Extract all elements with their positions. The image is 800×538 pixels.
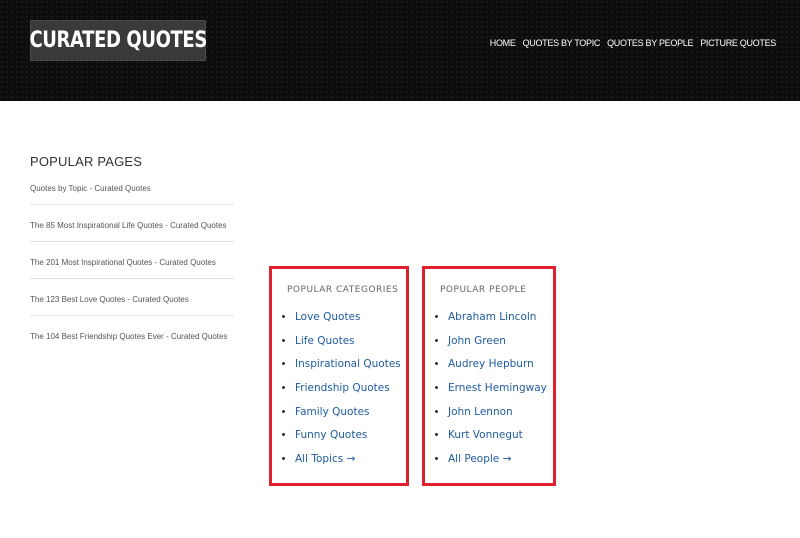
category-link-funny[interactable]: Funny Quotes: [295, 429, 367, 441]
person-link-audrey-hepburn[interactable]: Audrey Hepburn: [448, 358, 534, 370]
popular-page-link[interactable]: Quotes by Topic - Curated Quotes: [30, 182, 234, 193]
site-logo[interactable]: CURATED QUOTES: [29, 20, 207, 61]
categories-list: Love Quotes Life Quotes Inspirational Qu…: [272, 310, 406, 476]
nav-home[interactable]: HOME: [490, 38, 516, 48]
people-list: Abraham Lincoln John Green Audrey Hepbur…: [425, 310, 553, 476]
popular-page-link[interactable]: The 104 Best Friendship Quotes Ever - Cu…: [30, 316, 234, 341]
person-link-kurt-vonnegut[interactable]: Kurt Vonnegut: [448, 429, 523, 441]
person-link-john-lennon[interactable]: John Lennon: [448, 406, 513, 418]
list-item: The 123 Best Love Quotes - Curated Quote…: [30, 279, 234, 316]
popular-categories-title: POPULAR CATEGORIES: [287, 285, 399, 295]
person-link-abraham-lincoln[interactable]: Abraham Lincoln: [448, 311, 536, 323]
list-item: Friendship Quotes: [295, 381, 406, 405]
nav-picture-quotes[interactable]: PICTURE QUOTES: [700, 38, 776, 48]
logo-text: CURATED QUOTES: [29, 28, 207, 53]
all-people-link[interactable]: All People →: [448, 453, 511, 465]
popular-page-link[interactable]: The 123 Best Love Quotes - Curated Quote…: [30, 279, 234, 304]
list-item: Audrey Hepburn: [448, 357, 553, 381]
category-link-inspirational[interactable]: Inspirational Quotes: [295, 358, 401, 370]
list-item: All Topics →: [295, 452, 406, 476]
popular-pages-sidebar: POPULAR PAGES Quotes by Topic - Curated …: [30, 154, 234, 353]
popular-people-box: POPULAR PEOPLE Abraham Lincoln John Gree…: [422, 266, 556, 486]
list-item: The 104 Best Friendship Quotes Ever - Cu…: [30, 316, 234, 353]
list-item: Love Quotes: [295, 310, 406, 334]
list-item: Kurt Vonnegut: [448, 428, 553, 452]
list-item: Funny Quotes: [295, 428, 406, 452]
category-link-love[interactable]: Love Quotes: [295, 311, 361, 323]
popular-pages-list: Quotes by Topic - Curated Quotes The 85 …: [30, 182, 234, 353]
all-topics-link[interactable]: All Topics →: [295, 453, 355, 465]
popular-categories-box: POPULAR CATEGORIES Love Quotes Life Quot…: [269, 266, 409, 486]
list-item: Inspirational Quotes: [295, 357, 406, 381]
list-item: All People →: [448, 452, 553, 476]
list-item: Family Quotes: [295, 405, 406, 429]
list-item: John Lennon: [448, 405, 553, 429]
main-nav: HOME QUOTES BY TOPIC QUOTES BY PEOPLE PI…: [490, 38, 777, 48]
popular-pages-title: POPULAR PAGES: [30, 154, 143, 169]
list-item: Life Quotes: [295, 334, 406, 358]
category-link-friendship[interactable]: Friendship Quotes: [295, 382, 390, 394]
popular-people-title: POPULAR PEOPLE: [440, 285, 527, 295]
popular-page-link[interactable]: The 85 Most Inspirational Life Quotes - …: [30, 205, 234, 230]
list-item: Ernest Hemingway: [448, 381, 553, 405]
list-item: Abraham Lincoln: [448, 310, 553, 334]
category-link-life[interactable]: Life Quotes: [295, 335, 355, 347]
person-link-ernest-hemingway[interactable]: Ernest Hemingway: [448, 382, 547, 394]
category-link-family[interactable]: Family Quotes: [295, 406, 370, 418]
list-item: The 201 Most Inspirational Quotes - Cura…: [30, 242, 234, 279]
nav-quotes-by-people[interactable]: QUOTES BY PEOPLE: [607, 38, 693, 48]
list-item: Quotes by Topic - Curated Quotes: [30, 182, 234, 205]
person-link-john-green[interactable]: John Green: [448, 335, 506, 347]
popular-page-link[interactable]: The 201 Most Inspirational Quotes - Cura…: [30, 242, 234, 267]
nav-quotes-by-topic[interactable]: QUOTES BY TOPIC: [523, 38, 601, 48]
site-header: CURATED QUOTES HOME QUOTES BY TOPIC QUOT…: [0, 0, 800, 101]
list-item: The 85 Most Inspirational Life Quotes - …: [30, 205, 234, 242]
list-item: John Green: [448, 334, 553, 358]
